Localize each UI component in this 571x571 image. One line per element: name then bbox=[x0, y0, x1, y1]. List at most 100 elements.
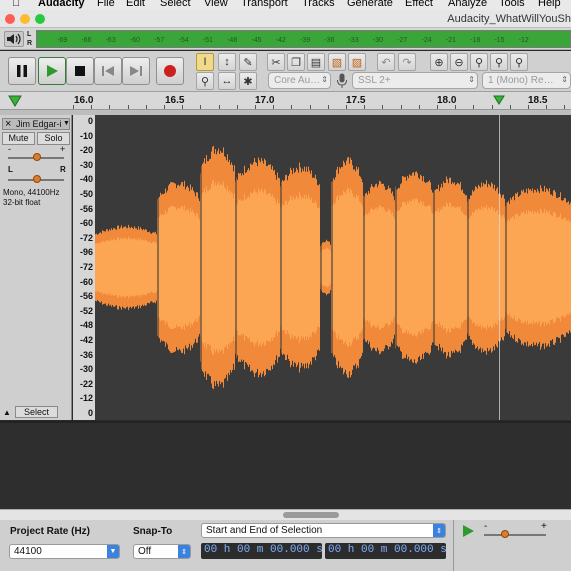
menu-transport[interactable]: Transport bbox=[241, 0, 288, 9]
undo-icon[interactable]: ↶ bbox=[377, 53, 395, 71]
fit-selection-icon[interactable]: ⚲ bbox=[470, 53, 488, 71]
timeline-ruler[interactable]: 16.0 16.5 17.0 17.5 18.0 18.5 bbox=[0, 92, 571, 110]
zoom-in-icon[interactable]: ⊕ bbox=[430, 53, 448, 71]
gain-slider-thumb[interactable] bbox=[33, 153, 41, 161]
pan-slider-thumb[interactable] bbox=[33, 175, 41, 183]
envelope-tool-icon[interactable]: ↕ bbox=[218, 53, 236, 71]
stop-button[interactable] bbox=[66, 57, 94, 85]
menu-tools[interactable]: Tools bbox=[499, 0, 525, 9]
playback-speed-thumb[interactable] bbox=[501, 530, 509, 538]
playback-meter[interactable]: -69 -66 -63 -60 -57 -54 -51 -48 -45 -42 -39 -36 -33 -… bbox=[36, 30, 571, 48]
zoom-out-icon[interactable]: ⊖ bbox=[450, 53, 468, 71]
horizontal-scrollbar[interactable] bbox=[0, 509, 571, 520]
speaker-icon[interactable] bbox=[4, 31, 24, 47]
chevron-down-icon[interactable]: ▼ bbox=[63, 120, 70, 127]
db-scale-label: 0 bbox=[87, 408, 93, 418]
multi-tool-icon[interactable]: ✱ bbox=[239, 72, 257, 90]
db-scale-label: -56 bbox=[79, 203, 93, 214]
menu-help[interactable]: Help bbox=[538, 0, 561, 9]
playback-speed-slider[interactable] bbox=[484, 534, 546, 536]
toolbar-divider bbox=[453, 520, 454, 571]
chevron-down-icon: ▼ bbox=[107, 545, 119, 558]
chevron-updown-icon: ⇕ bbox=[561, 75, 568, 84]
waveform-display[interactable] bbox=[95, 115, 571, 420]
empty-track-area[interactable] bbox=[0, 421, 571, 509]
menu-select[interactable]: Select bbox=[160, 0, 191, 9]
draw-tool-icon[interactable]: ✎ bbox=[239, 53, 257, 71]
close-window-icon[interactable] bbox=[5, 14, 15, 24]
redo-icon[interactable]: ↷ bbox=[398, 53, 416, 71]
menu-view[interactable]: View bbox=[204, 0, 228, 9]
copy-icon[interactable]: ❐ bbox=[287, 53, 305, 71]
menu-analyze[interactable]: Analyze bbox=[448, 0, 487, 9]
zoom-window-icon[interactable] bbox=[35, 14, 45, 24]
app-menu[interactable]: Audacity bbox=[38, 0, 84, 9]
snap-to-value: Off bbox=[138, 546, 152, 557]
play-head-marker-icon[interactable] bbox=[8, 95, 22, 110]
skip-to-end-button[interactable] bbox=[122, 57, 150, 85]
ruler-tick bbox=[291, 105, 293, 109]
menu-tracks[interactable]: Tracks bbox=[302, 0, 335, 9]
snap-to-select[interactable]: Off ⇕ bbox=[133, 544, 191, 559]
menu-effect[interactable]: Effect bbox=[405, 0, 433, 9]
ruler-tick bbox=[73, 105, 74, 109]
ruler-tick bbox=[236, 105, 238, 109]
playback-position-marker-icon[interactable] bbox=[493, 95, 505, 108]
ruler-tick bbox=[200, 105, 202, 109]
ruler-tick bbox=[255, 105, 256, 109]
ruler-tick bbox=[346, 105, 347, 109]
cut-icon[interactable]: ✂ bbox=[267, 53, 285, 71]
skip-to-start-button[interactable] bbox=[94, 57, 122, 85]
track-header[interactable]: × Jim Edgar-ipD ▼ bbox=[2, 118, 70, 130]
selection-end-time[interactable]: 00 h 00 m 00.000 s bbox=[325, 543, 446, 559]
selection-start-time[interactable]: 00 h 00 m 00.000 s bbox=[201, 543, 322, 559]
record-button[interactable] bbox=[156, 57, 184, 85]
fit-project-icon[interactable]: ⚲ bbox=[490, 53, 508, 71]
triangle-up-icon[interactable]: ▲ bbox=[3, 408, 11, 417]
audio-host-select[interactable]: Core Au… ⇕ bbox=[268, 72, 331, 89]
scrollbar-thumb[interactable] bbox=[283, 512, 339, 518]
meter-tick-label: -66 bbox=[81, 37, 92, 44]
gain-plus-label: + bbox=[60, 144, 66, 154]
selection-tool-icon[interactable]: I bbox=[196, 53, 214, 71]
zoom-toggle-icon[interactable]: ⚲ bbox=[510, 53, 528, 71]
ruler-tick bbox=[127, 105, 129, 109]
ruler-tick bbox=[509, 105, 511, 109]
ruler-tick bbox=[218, 105, 220, 109]
meter-right-label: R bbox=[27, 40, 33, 47]
mute-button[interactable]: Mute bbox=[2, 132, 35, 145]
ruler-tick bbox=[546, 105, 548, 109]
recording-channels-select[interactable]: 1 (Mono) Re… ⇕ bbox=[482, 72, 571, 89]
close-icon[interactable]: × bbox=[5, 118, 11, 130]
ruler-tick bbox=[145, 105, 147, 109]
db-scale-label: -56 bbox=[79, 291, 93, 302]
trim-icon[interactable]: ▧ bbox=[328, 53, 346, 71]
menu-edit[interactable]: Edit bbox=[126, 0, 145, 9]
ruler-label: 17.0 bbox=[255, 95, 275, 106]
project-rate-label: Project Rate (Hz) bbox=[10, 526, 91, 537]
time-shift-tool-icon[interactable]: ↔ bbox=[218, 72, 236, 90]
zoom-tool-icon[interactable]: ⚲ bbox=[196, 72, 214, 90]
meter-left-label: L bbox=[27, 31, 32, 38]
meter-tick-label: -27 bbox=[397, 37, 408, 44]
playback-cursor bbox=[499, 115, 500, 420]
recording-device-value: SSL 2+ bbox=[358, 75, 391, 86]
pause-button[interactable] bbox=[8, 57, 36, 85]
apple-icon[interactable]:  bbox=[12, 0, 20, 9]
selection-mode-select[interactable]: Start and End of Selection ⇕ bbox=[201, 523, 446, 538]
minimize-window-icon[interactable] bbox=[20, 14, 30, 24]
menu-file[interactable]: File bbox=[97, 0, 115, 9]
meter-tick-label: -24 bbox=[421, 37, 432, 44]
project-rate-select[interactable]: 44100 ▼ bbox=[9, 544, 120, 559]
silence-icon[interactable]: ▨ bbox=[348, 53, 366, 71]
play-at-speed-icon[interactable] bbox=[461, 524, 477, 541]
play-button[interactable] bbox=[38, 57, 66, 85]
paste-icon[interactable]: ▤ bbox=[307, 53, 325, 71]
track-name[interactable]: Jim Edgar-ipD bbox=[16, 119, 62, 129]
end-time-value: 00 h 00 m 00.000 s bbox=[328, 544, 446, 556]
vertical-scale[interactable]: 0 -10 -20 -30 -40 -50 -56 -60 -72 -96 -72 -60 -56 -52… bbox=[73, 115, 95, 420]
menu-generate[interactable]: Generate bbox=[347, 0, 393, 9]
microphone-icon bbox=[336, 73, 348, 89]
recording-device-select[interactable]: SSL 2+ ⇕ bbox=[352, 72, 478, 89]
select-track-button[interactable]: Select bbox=[15, 406, 58, 418]
